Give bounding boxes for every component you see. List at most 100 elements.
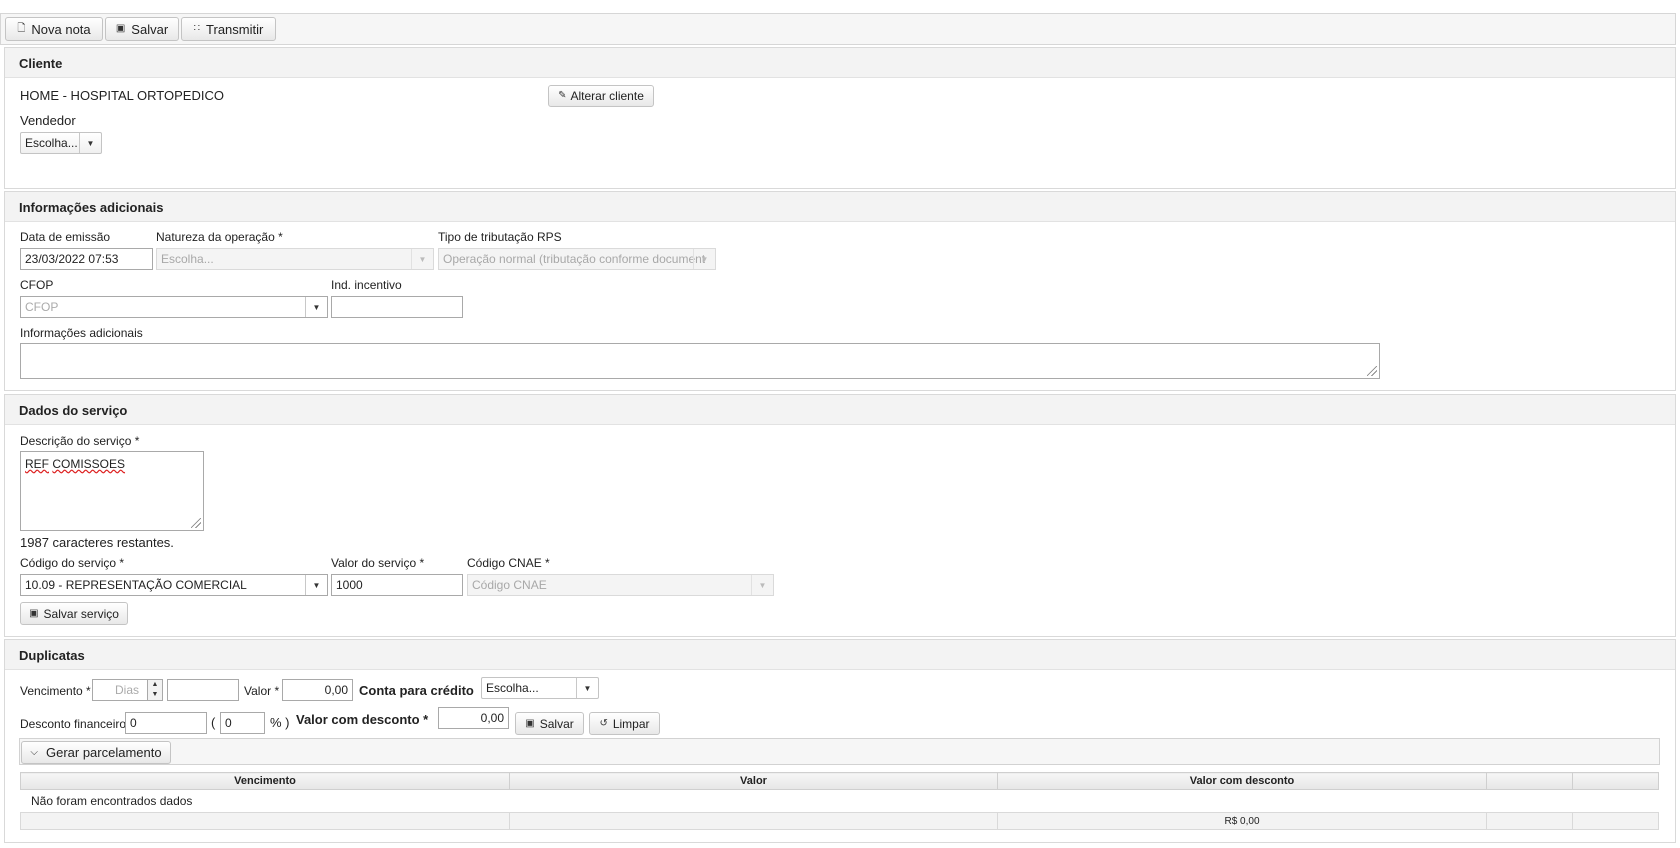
conta-label: Conta para crédito [359, 683, 474, 698]
natureza-label: Natureza da operação * [156, 230, 283, 244]
dias-spinner[interactable]: ▲ ▼ [147, 679, 163, 701]
footer-cell [20, 812, 510, 830]
column-header[interactable]: Valor com desconto [997, 772, 1487, 790]
remaining-chars: 1987 caracteres restantes. [20, 535, 174, 550]
data-emissao-input[interactable]: 23/03/2022 07:53 [20, 248, 153, 270]
duplicatas-table: Vencimento Valor Valor com desconto Não … [20, 772, 1659, 830]
dias-placeholder: Dias [114, 683, 139, 697]
chevron-down-icon: ▼ [305, 575, 327, 595]
chevron-down-icon: ▼ [576, 678, 598, 698]
gerar-parcelamento-button[interactable]: ⌵ Gerar parcelamento [21, 741, 171, 764]
column-header [1572, 772, 1659, 790]
chevron-down-icon: ▼ [79, 133, 101, 153]
codigo-servico-label: Código do serviço * [20, 556, 125, 570]
resize-handle-icon[interactable] [1367, 366, 1377, 376]
chevron-down-icon: ▼ [411, 249, 433, 269]
descricao-label: Descrição do serviço * [20, 434, 140, 448]
transmit-button[interactable]: ∷ Transmitir [181, 17, 276, 41]
percent-close: % ) [270, 715, 290, 730]
table-header-row: Vencimento Valor Valor com desconto [20, 772, 1659, 790]
toolbar: 🗋 Nova nota ▣ Salvar ∷ Transmitir [0, 13, 1676, 45]
cnae-placeholder: Código CNAE [472, 578, 547, 592]
floppy-icon: ▣ [115, 23, 126, 34]
natureza-select[interactable]: Escolha... ▼ [156, 248, 434, 270]
footer-cell [509, 812, 998, 830]
valor-servico-label: Valor do serviço * [331, 556, 425, 570]
save-service-label: Salvar serviço [43, 606, 119, 621]
servico-title: Dados do serviço [5, 395, 1675, 425]
column-header[interactable]: Vencimento [20, 772, 510, 790]
clear-button[interactable]: ↺ Limpar [589, 712, 660, 735]
percent-open-paren: ( [211, 715, 216, 730]
cliente-title: Cliente [5, 48, 1675, 78]
vendedor-value: Escolha... [25, 136, 78, 150]
cfop-placeholder: CFOP [25, 300, 59, 314]
chevron-down-icon: ▼ [751, 575, 773, 595]
info-adicionais-textarea[interactable] [20, 343, 1380, 379]
ind-incentivo-label: Ind. incentivo [331, 278, 402, 292]
chevron-down-icon: ▼ [305, 297, 327, 317]
footer-total: R$ 0,00 [997, 812, 1487, 830]
transmit-label: Transmitir [206, 21, 264, 37]
servico-panel: Dados do serviço [4, 394, 1676, 637]
change-client-button[interactable]: ✎ Alterar cliente [548, 85, 654, 107]
valor-desconto-input[interactable]: 0,00 [438, 707, 509, 729]
conta-select[interactable]: Escolha... ▼ [481, 677, 599, 699]
floppy-icon: ▣ [525, 717, 535, 729]
info-adicionais-label: Informações adicionais [20, 326, 143, 340]
tributacao-value: Operação normal (tributação conforme doc… [443, 252, 706, 266]
new-note-button[interactable]: 🗋 Nova nota [5, 17, 103, 41]
data-emissao-label: Data de emissão [20, 230, 111, 244]
clear-label: Limpar [612, 716, 650, 731]
column-header [1486, 772, 1573, 790]
save-label: Salvar [131, 21, 169, 37]
valor-desconto-label: Valor com desconto * [296, 712, 429, 727]
descricao-word-1: REF [25, 457, 49, 471]
descricao-textarea[interactable]: REF COMISSOES [20, 451, 204, 531]
valor-label: Valor * [244, 684, 280, 698]
vencimento-label: Vencimento * [20, 684, 91, 698]
chevron-down-icon: ▼ [693, 249, 715, 269]
duplicatas-title: Duplicatas [5, 640, 1675, 670]
cfop-label: CFOP [20, 278, 54, 292]
gerar-parcelamento-accordion [19, 738, 1660, 765]
natureza-placeholder: Escolha... [161, 252, 214, 266]
client-name: HOME - HOSPITAL ORTOPEDICO [20, 88, 224, 103]
spinner-down-icon[interactable]: ▼ [148, 690, 162, 700]
column-header[interactable]: Valor [509, 772, 998, 790]
gerar-parcelamento-label: Gerar parcelamento [45, 745, 162, 760]
pencil-icon: ✎ [558, 90, 567, 101]
table-row: Não foram encontrados dados [20, 789, 1659, 813]
vendedor-select[interactable]: Escolha... ▼ [20, 132, 102, 154]
chevron-down-icon: ⌵ [30, 746, 38, 758]
tributacao-select[interactable]: Operação normal (tributação conforme doc… [438, 248, 716, 270]
undo-icon: ↺ [599, 717, 608, 729]
spinner-up-icon[interactable]: ▲ [148, 680, 162, 690]
valor-input[interactable]: 0,00 [282, 679, 353, 701]
footer-cell [1486, 812, 1573, 830]
resize-handle-icon[interactable] [191, 518, 201, 528]
save-service-button[interactable]: ▣ Salvar serviço [20, 602, 128, 625]
vendedor-label: Vendedor [20, 113, 76, 128]
cnae-label: Código CNAE * [467, 556, 550, 570]
desconto-input[interactable]: 0 [125, 712, 207, 734]
cliente-panel: Cliente [4, 47, 1676, 189]
empty-message: Não foram encontrados dados [20, 789, 1659, 813]
ind-incentivo-input[interactable] [331, 296, 463, 318]
conta-value: Escolha... [486, 681, 539, 695]
footer-cell [1572, 812, 1659, 830]
dias-input[interactable]: Dias [92, 679, 148, 701]
valor-servico-input[interactable]: 1000 [331, 574, 463, 596]
save-button[interactable]: ▣ Salvar [105, 17, 179, 41]
vencimento-date-input[interactable] [167, 679, 239, 701]
document-icon: 🗋 [17, 23, 26, 34]
percent-input[interactable]: 0 [220, 712, 265, 734]
codigo-servico-value: 10.09 - REPRESENTAÇÃO COMERCIAL [25, 578, 247, 592]
table-footer-row: R$ 0,00 [20, 812, 1659, 830]
codigo-servico-select[interactable]: 10.09 - REPRESENTAÇÃO COMERCIAL ▼ [20, 574, 328, 596]
info-title: Informações adicionais [5, 192, 1675, 222]
cfop-select[interactable]: CFOP ▼ [20, 296, 328, 318]
duplicata-save-button[interactable]: ▣ Salvar [515, 712, 584, 735]
floppy-icon: ▣ [29, 607, 39, 619]
cnae-select[interactable]: Código CNAE ▼ [467, 574, 774, 596]
